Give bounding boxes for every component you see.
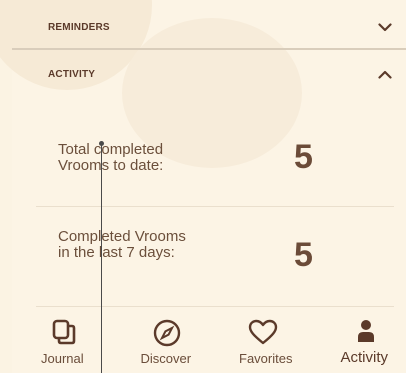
stat-value: 5 <box>294 138 313 176</box>
stat-value: 5 <box>294 236 313 274</box>
reminders-label: REMINDERS <box>48 21 110 33</box>
tab-label: Favorites <box>239 351 293 366</box>
tab-discover[interactable]: Discover <box>111 308 210 373</box>
tab-label: Journal <box>41 351 84 366</box>
stat-total-completed: Total completed Vrooms to date: 5 <box>36 106 394 207</box>
cursor-dot <box>99 141 104 146</box>
bottom-tab-bar: Journal Discover Favorites Activity <box>12 308 406 373</box>
stat-label: Completed Vrooms in the last 7 days: <box>58 228 186 261</box>
activity-label: ACTIVITY <box>48 68 96 80</box>
chevron-down-icon[interactable] <box>378 22 392 32</box>
reminders-section-header[interactable]: REMINDERS <box>12 6 406 50</box>
compass-icon <box>153 319 181 352</box>
activity-section-header[interactable]: ACTIVITY <box>12 52 406 96</box>
stat-label: Total completed Vrooms to date: <box>58 141 164 174</box>
heart-icon <box>248 319 278 350</box>
stat-last-7-days: Completed Vrooms in the last 7 days: 5 <box>36 206 394 307</box>
chevron-up-icon[interactable] <box>378 70 392 79</box>
tab-favorites[interactable]: Favorites <box>209 308 308 373</box>
journal-icon <box>52 319 76 350</box>
tab-label: Discover <box>140 351 192 366</box>
person-icon <box>357 319 375 348</box>
tab-journal[interactable]: Journal <box>12 308 111 373</box>
tab-activity[interactable]: Activity <box>308 308 406 373</box>
tab-label: Activity <box>340 349 389 366</box>
